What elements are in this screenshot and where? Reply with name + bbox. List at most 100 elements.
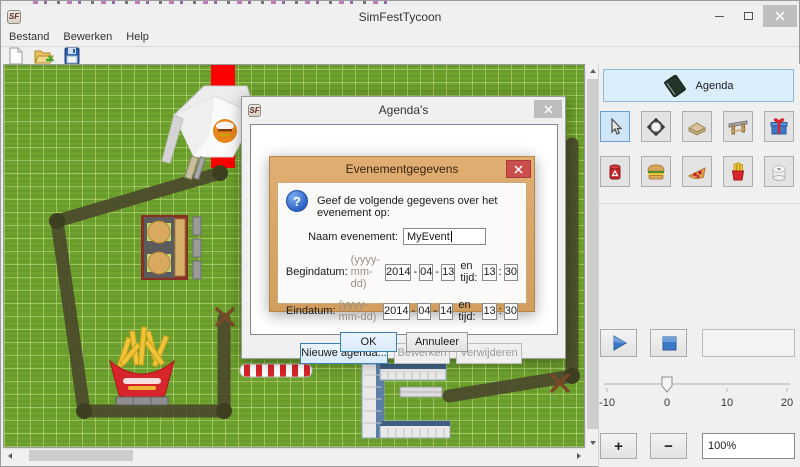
- close-button[interactable]: [763, 5, 797, 27]
- tool-stage-floor[interactable]: [682, 111, 712, 142]
- scroll-left-icon[interactable]: [3, 449, 16, 462]
- map-horizontal-scrollbar[interactable]: [3, 448, 585, 461]
- save-button[interactable]: [61, 47, 83, 64]
- start-date-label: Begindatum:: [286, 266, 348, 278]
- tool-spotlight[interactable]: [641, 111, 671, 142]
- play-button[interactable]: [600, 329, 637, 357]
- slider-tick-10: 10: [721, 397, 733, 409]
- time-display-panel: [702, 329, 795, 357]
- tool-stage-frame[interactable]: [723, 111, 753, 142]
- stop-icon: [659, 333, 679, 353]
- date-separator: -: [433, 305, 437, 317]
- end-hour-input[interactable]: 13: [482, 303, 496, 320]
- save-floppy-icon: [63, 47, 81, 65]
- title-bar: SF SimFestTycoon: [1, 5, 799, 28]
- vertical-scroll-thumb[interactable]: [587, 79, 598, 429]
- time-separator: :: [499, 266, 502, 278]
- tool-fries[interactable]: [723, 156, 753, 187]
- close-icon: [544, 105, 553, 114]
- window-title: SimFestTycoon: [1, 10, 799, 24]
- menu-bestand[interactable]: Bestand: [9, 28, 57, 46]
- start-hour-input[interactable]: 13: [482, 264, 496, 281]
- slider-tick-minus10: -10: [599, 397, 615, 409]
- event-name-input[interactable]: MyEvent: [403, 228, 486, 245]
- menu-bewerken[interactable]: Bewerken: [63, 28, 120, 46]
- tool-select[interactable]: [600, 111, 630, 142]
- horizontal-scroll-thumb[interactable]: [29, 450, 133, 461]
- event-dialog-content: ? Geef de volgende gegevens over het eve…: [277, 182, 527, 304]
- date-separator: -: [412, 305, 416, 317]
- tool-burger[interactable]: [641, 156, 671, 187]
- new-file-button[interactable]: [5, 47, 27, 64]
- trash-can-icon: [604, 161, 626, 183]
- start-day-input[interactable]: 13: [441, 264, 455, 281]
- map-vertical-scrollbar[interactable]: [585, 64, 598, 449]
- zoom-level-field[interactable]: 100%: [702, 433, 795, 459]
- agendas-dialog-close-button[interactable]: [534, 100, 562, 118]
- app-window: SF SimFestTycoon Bestand Bewerken Help: [0, 0, 800, 467]
- ok-button[interactable]: OK: [340, 332, 397, 352]
- slider-tick-0: 0: [664, 397, 670, 409]
- slider-tick-20: 20: [781, 397, 793, 409]
- agendas-dialog-titlebar: SF Agenda's: [242, 97, 565, 123]
- cursor-icon: [604, 116, 626, 138]
- tool-pizza[interactable]: [682, 156, 712, 187]
- zoom-in-button[interactable]: +: [600, 433, 637, 459]
- event-dialog-title: Evenementgegevens: [270, 157, 534, 182]
- start-year-input[interactable]: 2014: [385, 264, 411, 281]
- agenda-button[interactable]: Agenda: [603, 69, 794, 102]
- text-caret: [451, 231, 452, 242]
- agenda-button-label: Agenda: [696, 80, 734, 92]
- gift-icon: [768, 116, 790, 138]
- time-separator: :: [499, 305, 502, 317]
- time-label: en tijd:: [460, 260, 477, 284]
- menu-bar: Bestand Bewerken Help: [1, 28, 799, 47]
- minimize-icon: [715, 16, 724, 17]
- fries-icon: [727, 161, 749, 183]
- burger-stand: [141, 215, 188, 280]
- open-folder-icon: [34, 47, 54, 65]
- cancel-button[interactable]: Annuleer: [406, 332, 468, 352]
- stage-floor-icon: [686, 116, 708, 138]
- end-year-input[interactable]: 2014: [383, 303, 409, 320]
- event-name-label: Naam evenement:: [308, 231, 398, 243]
- stop-button[interactable]: [650, 329, 687, 357]
- maximize-button[interactable]: [734, 5, 763, 27]
- tool-trash-can[interactable]: [600, 156, 630, 187]
- end-date-label: Eindatum:: [286, 305, 336, 317]
- tool-toilet-paper[interactable]: [764, 156, 794, 187]
- minimize-button[interactable]: [705, 5, 734, 27]
- start-minute-input[interactable]: 30: [504, 264, 518, 281]
- slider-thumb[interactable]: [662, 377, 672, 392]
- tool-gift[interactable]: [764, 111, 794, 142]
- event-data-dialog: Evenementgegevens ? Geef de volgende geg…: [269, 156, 535, 312]
- close-icon: [514, 165, 523, 174]
- event-dialog-close-button[interactable]: [506, 160, 531, 178]
- speed-slider[interactable]: [602, 376, 794, 402]
- date-format-hint: (yyyy-mm-dd): [339, 299, 379, 323]
- start-month-input[interactable]: 04: [419, 264, 433, 281]
- window-controls: [705, 5, 797, 27]
- zoom-out-button[interactable]: −: [650, 433, 687, 459]
- time-label: en tijd:: [458, 299, 477, 323]
- event-name-value: MyEvent: [407, 231, 450, 243]
- close-icon: [775, 11, 785, 21]
- agenda-book-icon: [664, 75, 686, 97]
- open-file-button[interactable]: [33, 47, 55, 64]
- play-icon: [609, 333, 629, 353]
- toilet-paper-icon: [768, 161, 790, 183]
- benches: [193, 217, 201, 279]
- pizza-icon: [686, 161, 708, 183]
- stage-frame-icon: [727, 116, 749, 138]
- end-minute-input[interactable]: 30: [504, 303, 518, 320]
- end-month-input[interactable]: 04: [417, 303, 431, 320]
- barrel-barrier: [362, 364, 450, 438]
- menu-help[interactable]: Help: [126, 28, 157, 46]
- sidebar-separator: [599, 203, 800, 204]
- burger-icon: [645, 161, 667, 183]
- spotlight-icon: [645, 116, 667, 138]
- maximize-icon: [744, 12, 753, 20]
- event-prompt: Geef de volgende gegevens over het evene…: [317, 195, 522, 219]
- scroll-right-icon[interactable]: [572, 449, 585, 462]
- end-day-input[interactable]: 14: [439, 303, 453, 320]
